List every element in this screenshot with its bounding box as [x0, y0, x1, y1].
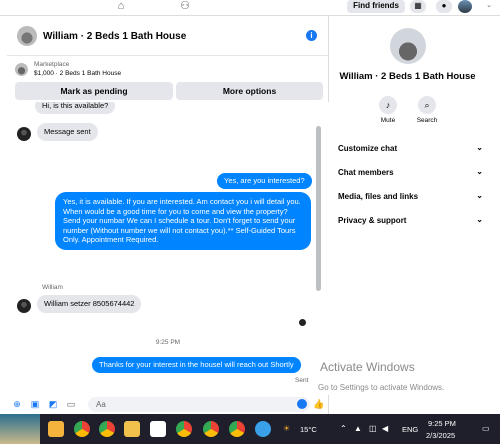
search-action[interactable]: ⌕ Search [412, 96, 442, 124]
groups-icon[interactable]: ⚇ [178, 0, 192, 14]
app-icon[interactable] [255, 421, 271, 437]
tray-overflow-icon[interactable]: ⌃ [340, 424, 347, 433]
search-label: Search [416, 117, 438, 124]
bell-icon: ♪ [379, 96, 397, 114]
section-label: Chat members [338, 168, 394, 177]
chat-panel: William · 2 Beds 1 Bath House i Marketpl… [7, 16, 329, 414]
chevron-down-icon[interactable]: ⌄ [482, 0, 496, 14]
outgoing-message: Yes, it is available. If you are interes… [55, 192, 311, 250]
message-status: Sent [295, 377, 309, 384]
conversation-avatar [390, 28, 426, 64]
chevron-down-icon: ⌄ [476, 215, 483, 224]
chrome-icon[interactable] [99, 421, 115, 437]
plus-icon[interactable]: ⊕ [11, 398, 23, 410]
like-thumb-icon[interactable]: 👍 [313, 398, 325, 410]
incoming-message: Message sent [37, 123, 98, 141]
sticker-icon[interactable]: ◩ [47, 398, 59, 410]
language-indicator[interactable]: ENG [402, 425, 418, 434]
chevron-down-icon: ⌄ [476, 167, 483, 176]
sender-name: William [42, 284, 63, 291]
chrome-icon[interactable] [74, 421, 90, 437]
more-options-button[interactable]: More options [176, 82, 323, 100]
customize-chat-section[interactable]: Customize chat ⌄ [338, 143, 483, 153]
activate-windows-subtext: Go to Settings to activate Windows. [318, 383, 445, 392]
temperature[interactable]: 15°C [300, 425, 317, 434]
chat-title[interactable]: William · 2 Beds 1 Bath House [43, 31, 186, 42]
menu-grid-icon[interactable]: ▦ [410, 0, 426, 13]
outgoing-message: Yes, are you interested? [217, 173, 312, 189]
volume-icon[interactable]: ◀ [382, 424, 388, 433]
chrome-icon[interactable] [203, 421, 219, 437]
folder-icon[interactable] [124, 421, 140, 437]
search-icon: ⌕ [418, 96, 436, 114]
chrome-icon[interactable] [229, 421, 245, 437]
find-friends-button[interactable]: Find friends [347, 0, 405, 13]
chat-avatar[interactable] [17, 26, 37, 46]
info-icon[interactable]: i [306, 30, 317, 41]
message-thread: Hi, is this available? Message sent Yes,… [7, 102, 329, 395]
time-separator: 9:25 PM [155, 339, 181, 346]
conversation-details-panel: William · 2 Beds 1 Bath House ♪ Mute ⌕ S… [330, 16, 500, 414]
conversation-title: William · 2 Beds 1 Bath House [339, 71, 476, 82]
activate-windows-watermark: Activate Windows [320, 360, 415, 374]
privacy-support-section[interactable]: Privacy & support ⌄ [338, 215, 483, 225]
app-icon[interactable] [150, 421, 166, 437]
gif-icon[interactable]: ▭ [65, 398, 77, 410]
home-icon[interactable]: ⌂ [114, 0, 128, 14]
section-label: Privacy & support [338, 216, 407, 225]
top-navigation-bar: ⌂ ⚇ Find friends ▦ ● ⌄ [0, 0, 500, 16]
message-input[interactable]: Aa [88, 397, 310, 412]
windows-taskbar: ☀ 15°C ⌃ ▲ ◫ ◀ ENG 9:25 PM 2/3/2025 ▭ [0, 414, 500, 444]
chevron-down-icon: ⌄ [476, 143, 483, 152]
read-receipt-avatar [299, 319, 306, 326]
marketplace-listing[interactable]: Marketplace $1,000 · 2 Beds 1 Bath House [7, 57, 329, 81]
media-files-links-section[interactable]: Media, files and links ⌄ [338, 191, 483, 201]
section-label: Customize chat [338, 144, 398, 153]
taskbar-date[interactable]: 2/3/2025 [426, 431, 455, 440]
network-icon[interactable]: ◫ [369, 424, 377, 433]
scrollbar[interactable] [316, 126, 321, 291]
mark-as-pending-button[interactable]: Mark as pending [15, 82, 173, 100]
sender-avatar [17, 299, 31, 313]
message-composer: ⊕ ▣ ◩ ▭ Aa 👍 [7, 395, 329, 414]
chrome-icon[interactable] [176, 421, 192, 437]
incoming-message: William setzer 8505674442 [37, 295, 142, 313]
taskbar-time[interactable]: 9:25 PM [428, 419, 456, 428]
notifications-bell-icon[interactable]: ● [436, 0, 452, 13]
emoji-icon[interactable] [297, 399, 307, 409]
profile-avatar[interactable] [458, 0, 472, 13]
image-icon[interactable]: ▣ [29, 398, 41, 410]
notification-icon[interactable]: ▭ [482, 424, 490, 433]
chat-members-section[interactable]: Chat members ⌄ [338, 167, 483, 177]
weather-sun-icon[interactable]: ☀ [283, 424, 290, 433]
tray-app-icon[interactable]: ▲ [354, 424, 362, 433]
mute-action[interactable]: ♪ Mute [373, 96, 403, 124]
outgoing-message: Thanks for your interest in the housel w… [92, 357, 301, 373]
file-explorer-icon[interactable] [48, 421, 64, 437]
listing-price-title: $1,000 · 2 Beds 1 Bath House [34, 70, 122, 77]
marketplace-label: Marketplace [34, 61, 70, 68]
listing-thumbnail [15, 63, 28, 76]
sender-avatar [17, 127, 31, 141]
mute-label: Mute [380, 117, 396, 124]
chat-header: William · 2 Beds 1 Bath House i [7, 16, 329, 56]
section-label: Media, files and links [338, 192, 419, 201]
chevron-down-icon: ⌄ [476, 191, 483, 200]
taskbar-thumbnail[interactable] [0, 414, 40, 444]
incoming-message: Hi, is this available? [35, 102, 116, 114]
